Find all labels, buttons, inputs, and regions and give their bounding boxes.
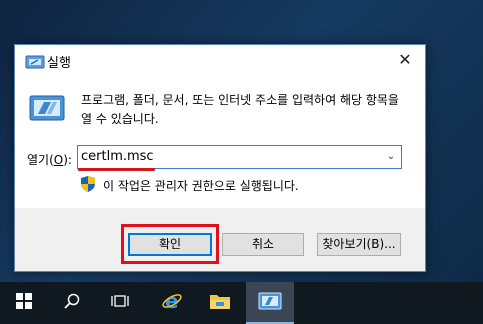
cancel-button[interactable]: 취소 (222, 233, 304, 256)
run-icon (25, 54, 45, 69)
open-label-accelerator: O (53, 153, 64, 167)
window-title: 실행 (47, 56, 71, 71)
command-combobox[interactable]: certlm.msc ⌄ (77, 145, 402, 169)
run-dialog: 실행 ✕ 프로그램, 폴더, 문서, 또는 인터넷 주소를 입력하여 해당 항목… (14, 44, 426, 272)
dialog-body: 프로그램, 폴더, 문서, 또는 인터넷 주소를 입력하여 해당 항목을 열 수… (15, 75, 425, 208)
open-label-prefix: 열기( (27, 153, 54, 167)
run-taskbar-button[interactable] (246, 282, 294, 324)
start-button[interactable] (0, 282, 48, 324)
search-icon (64, 293, 80, 313)
windows-start-icon (16, 293, 32, 313)
highlight-underline (78, 168, 155, 171)
button-bar: 확인 취소 찾아보기(B)... (15, 208, 425, 271)
run-large-icon (29, 95, 65, 121)
run-dialog-icon (258, 292, 282, 314)
command-input[interactable]: certlm.msc (81, 148, 154, 166)
title-bar[interactable]: 실행 ✕ (15, 45, 425, 75)
search-button[interactable] (48, 282, 96, 324)
taskbar: e (0, 282, 483, 324)
close-button[interactable]: ✕ (385, 45, 425, 75)
file-explorer-icon (209, 292, 231, 314)
uac-shield-icon (81, 176, 95, 192)
admin-note: 이 작업은 관리자 권한으로 실행됩니다. (103, 179, 299, 193)
file-explorer-taskbar-button[interactable] (196, 282, 244, 324)
ie-taskbar-button[interactable]: e (148, 282, 196, 324)
open-label-suffix: ): (63, 153, 72, 167)
internet-explorer-icon: e (161, 289, 183, 316)
task-view-button[interactable] (96, 282, 144, 324)
svg-text:e: e (165, 290, 179, 312)
chevron-down-icon[interactable]: ⌄ (383, 149, 399, 165)
description-text: 프로그램, 폴더, 문서, 또는 인터넷 주소를 입력하여 해당 항목을 열 수… (81, 93, 399, 126)
browse-button[interactable]: 찾아보기(B)... (317, 233, 401, 256)
task-view-icon (111, 293, 129, 313)
open-label: 열기(O): (27, 151, 72, 168)
ok-button[interactable]: 확인 (128, 233, 212, 256)
